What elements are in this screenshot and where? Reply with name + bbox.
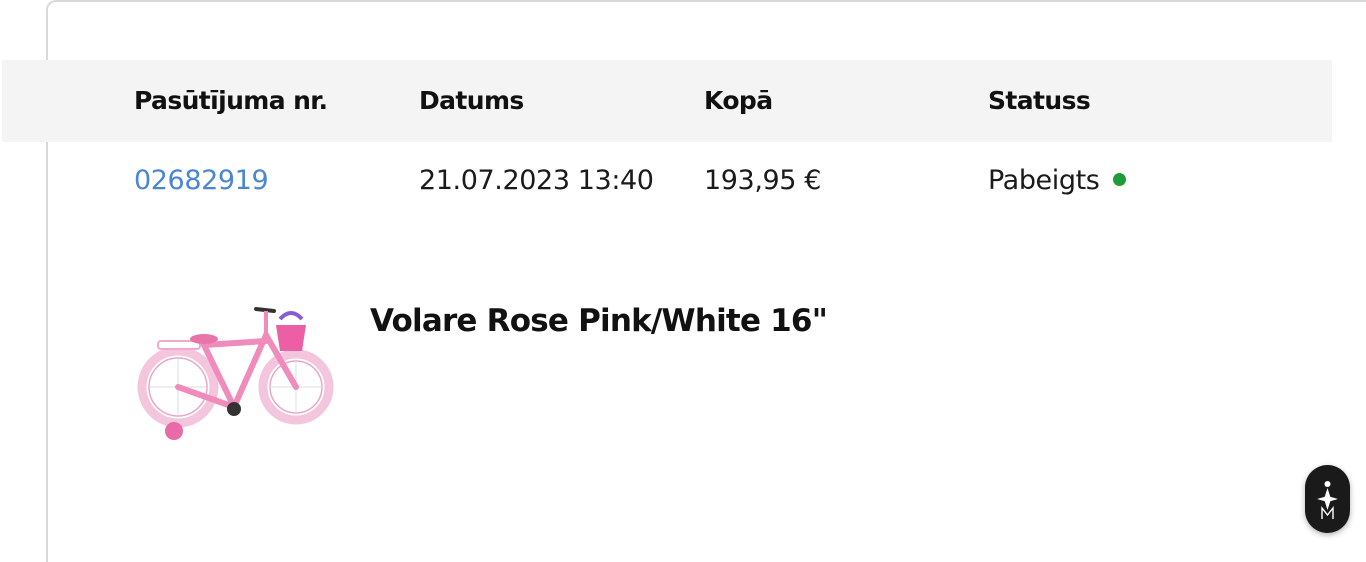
order-number-link[interactable]: 02682919: [134, 165, 269, 196]
header-date: Datums: [419, 86, 524, 115]
order-date: 21.07.2023 13:40: [419, 165, 654, 196]
order-status-label: Pabeigts: [988, 165, 1100, 196]
order-total: 193,95 €: [704, 165, 822, 196]
pink-bicycle-image: [137, 307, 334, 440]
order-status: Pabeigts: [988, 165, 1127, 196]
product-name[interactable]: Volare Rose Pink/White 16": [370, 303, 828, 339]
accessibility-icon: [1317, 481, 1338, 519]
header-total: Kopā: [704, 86, 773, 115]
accessibility-widget-button[interactable]: [1305, 465, 1350, 533]
status-dot-icon: [1113, 173, 1127, 186]
header-status: Statuss: [988, 86, 1091, 115]
header-order-number: Pasūtījuma nr.: [134, 86, 328, 115]
product-image[interactable]: [134, 275, 334, 465]
